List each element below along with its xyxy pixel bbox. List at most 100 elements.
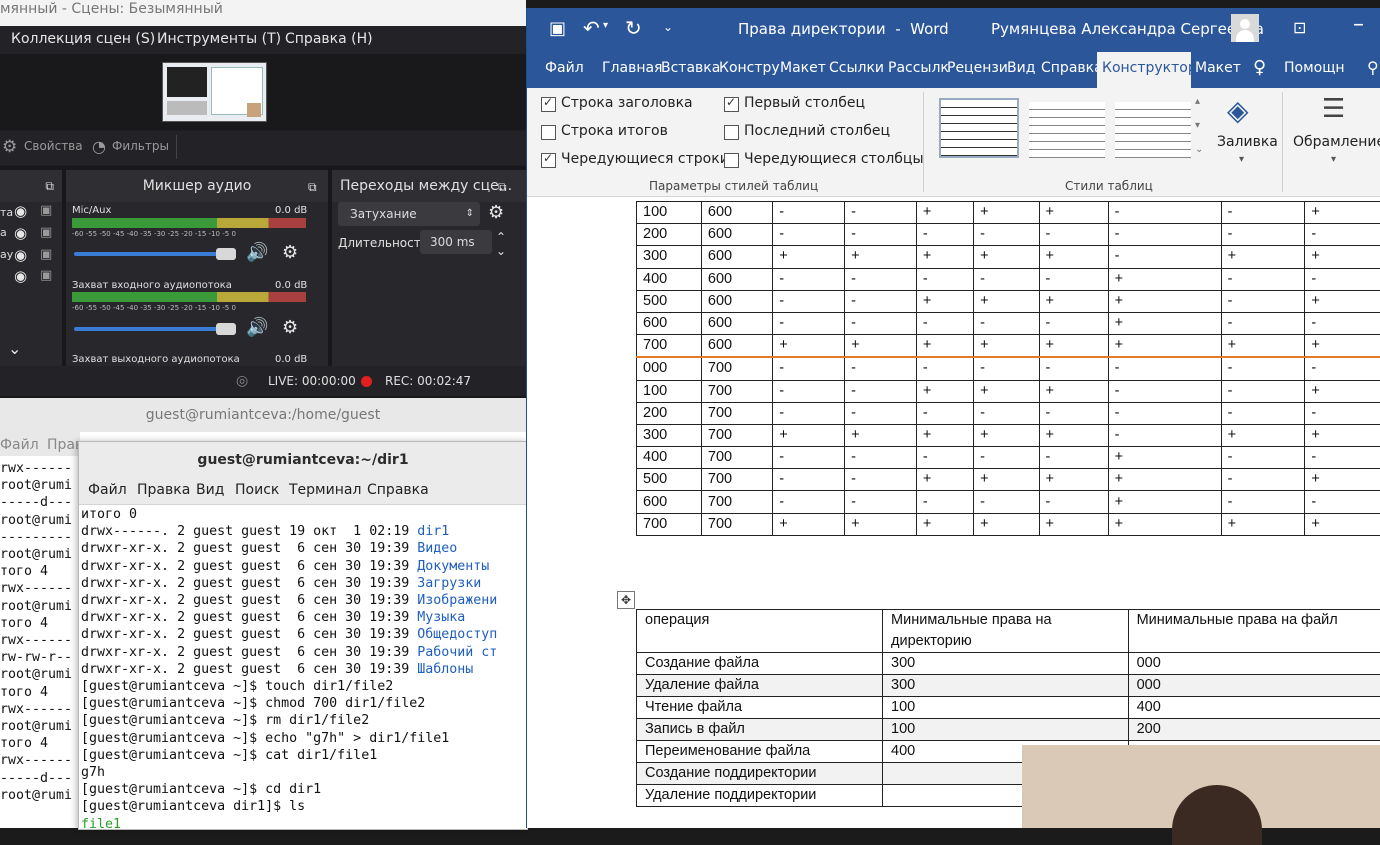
table-cell[interactable]: 500 bbox=[637, 469, 702, 491]
paint-bucket-icon[interactable]: ◈ bbox=[1227, 94, 1249, 127]
checkbox-banded-columns[interactable] bbox=[724, 153, 739, 168]
tab-review[interactable]: Рецензи bbox=[947, 60, 1008, 76]
tab-layout[interactable]: Макет bbox=[780, 60, 826, 76]
eye-icon[interactable]: ◉ bbox=[14, 246, 27, 264]
table-cell[interactable]: + bbox=[845, 424, 917, 446]
chevron-down-icon[interactable]: ⌄ bbox=[8, 340, 21, 358]
tab-insert[interactable]: Вставка bbox=[661, 60, 720, 76]
table-cell[interactable]: Удаление поддиректории bbox=[637, 785, 883, 807]
table-cell[interactable]: 700 bbox=[701, 424, 772, 446]
table-cell[interactable]: - bbox=[1221, 202, 1305, 224]
table-cell[interactable]: 600 bbox=[701, 268, 772, 290]
table-cell[interactable]: + bbox=[1108, 513, 1221, 535]
table-cell[interactable]: 200 bbox=[637, 402, 702, 424]
table-cell[interactable]: 700 bbox=[701, 491, 772, 513]
table-cell[interactable]: + bbox=[916, 469, 973, 491]
table-cell[interactable]: + bbox=[1039, 469, 1108, 491]
menu-help[interactable]: Справка bbox=[367, 482, 429, 498]
table-cell[interactable]: - bbox=[974, 357, 1039, 380]
table-cell[interactable]: - bbox=[916, 224, 973, 246]
eye-icon[interactable]: ◉ bbox=[14, 224, 27, 242]
table-cell[interactable]: - bbox=[1221, 491, 1305, 513]
menu-tools[interactable]: Инструменты (T) bbox=[157, 31, 281, 47]
source-item[interactable]: а bbox=[0, 226, 7, 239]
table-cell[interactable]: - bbox=[974, 402, 1039, 424]
lock-icon[interactable]: ▣ bbox=[40, 202, 52, 220]
chevron-down-icon[interactable]: ⌄ bbox=[496, 242, 506, 260]
table-cell[interactable]: - bbox=[1305, 447, 1380, 469]
terminal-output[interactable]: итого 0drwx------. 2 guest guest 19 окт … bbox=[81, 506, 527, 828]
table-cell[interactable]: - bbox=[773, 202, 845, 224]
table-cell[interactable]: 700 bbox=[701, 469, 772, 491]
lock-icon[interactable]: ▣ bbox=[40, 267, 52, 285]
gear-icon[interactable]: ⚙ bbox=[488, 204, 504, 222]
table-cell[interactable]: - bbox=[1039, 357, 1108, 380]
table-cell[interactable]: + bbox=[773, 513, 845, 535]
tab-mailings[interactable]: Рассылк bbox=[888, 60, 949, 76]
table-cell[interactable]: - bbox=[773, 402, 845, 424]
table-cell[interactable]: 600 bbox=[701, 290, 772, 312]
table-cell[interactable]: + bbox=[845, 335, 917, 358]
checkbox-last-column[interactable] bbox=[724, 125, 739, 140]
table-cell[interactable]: - bbox=[974, 447, 1039, 469]
chevron-up-icon[interactable]: ▴ bbox=[1195, 96, 1200, 107]
table-cell[interactable]: - bbox=[773, 491, 845, 513]
table-cell[interactable]: 500 bbox=[637, 290, 702, 312]
table-cell[interactable]: + bbox=[845, 246, 917, 268]
volume-slider[interactable] bbox=[74, 252, 234, 256]
menu-file[interactable]: Файл bbox=[0, 437, 39, 453]
table-cell[interactable]: 700 bbox=[701, 447, 772, 469]
table-style-grid[interactable] bbox=[939, 98, 1019, 158]
table-cell[interactable]: + bbox=[1305, 513, 1380, 535]
table-cell[interactable]: - bbox=[1108, 402, 1221, 424]
menu-terminal[interactable]: Терминал bbox=[289, 482, 361, 498]
menu-file[interactable]: Файл bbox=[88, 482, 127, 498]
table-cell[interactable]: + bbox=[974, 469, 1039, 491]
table-cell[interactable]: - bbox=[1221, 402, 1305, 424]
table-cell[interactable]: 300 bbox=[637, 424, 702, 446]
table-cell[interactable]: + bbox=[916, 380, 973, 402]
table-cell[interactable]: - bbox=[1108, 202, 1221, 224]
table-cell[interactable]: + bbox=[1108, 312, 1221, 334]
table-cell[interactable]: + bbox=[1039, 246, 1108, 268]
tab-view[interactable]: Вид bbox=[1007, 60, 1035, 76]
table-cell[interactable]: + bbox=[1108, 268, 1221, 290]
table-cell[interactable]: - bbox=[773, 469, 845, 491]
table-cell[interactable]: + bbox=[1305, 424, 1380, 446]
table-cell[interactable]: - bbox=[845, 380, 917, 402]
table-cell[interactable]: + bbox=[773, 246, 845, 268]
table-cell[interactable]: 600 bbox=[701, 312, 772, 334]
table-cell[interactable]: 300 bbox=[637, 246, 702, 268]
table-header-cell[interactable]: операция bbox=[637, 610, 883, 653]
table-cell[interactable]: + bbox=[916, 290, 973, 312]
source-item[interactable]: ау bbox=[0, 248, 13, 261]
lightbulb-icon[interactable]: ♀ bbox=[1253, 57, 1266, 78]
tab-home[interactable]: Главная bbox=[602, 60, 662, 76]
checkbox-total-row[interactable] bbox=[541, 125, 556, 140]
table-cell[interactable]: - bbox=[974, 491, 1039, 513]
table-style-plain-1[interactable] bbox=[1029, 102, 1105, 158]
table-cell[interactable]: + bbox=[1039, 513, 1108, 535]
table-cell[interactable]: 200 bbox=[637, 224, 702, 246]
table-cell[interactable]: + bbox=[1108, 290, 1221, 312]
table-cell[interactable]: 400 bbox=[637, 447, 702, 469]
table-cell[interactable]: - bbox=[1039, 312, 1108, 334]
table-cell[interactable]: Создание поддиректории bbox=[637, 763, 883, 785]
table-cell[interactable]: 200 bbox=[1128, 719, 1380, 741]
table-cell[interactable]: 700 bbox=[701, 513, 772, 535]
save-icon[interactable]: ▣ bbox=[549, 18, 566, 39]
table-cell[interactable]: 700 bbox=[701, 357, 772, 380]
table-cell[interactable]: - bbox=[1305, 357, 1380, 380]
chevron-down-icon[interactable]: ▾ bbox=[1331, 154, 1336, 165]
table-cell[interactable]: + bbox=[1221, 513, 1305, 535]
table-cell[interactable]: - bbox=[773, 268, 845, 290]
table-cell[interactable]: + bbox=[1039, 380, 1108, 402]
table-cell[interactable]: 400 bbox=[637, 268, 702, 290]
permissions-table[interactable]: 100600--+++--+200600--------300600+++++-… bbox=[636, 201, 1380, 536]
table-cell[interactable]: - bbox=[916, 447, 973, 469]
table-cell[interactable]: - bbox=[1221, 268, 1305, 290]
table-cell[interactable]: 600 bbox=[701, 246, 772, 268]
table-cell[interactable]: 100 bbox=[883, 719, 1129, 741]
table-cell[interactable]: - bbox=[1039, 491, 1108, 513]
table-move-handle-icon[interactable]: ✥ bbox=[617, 591, 635, 609]
